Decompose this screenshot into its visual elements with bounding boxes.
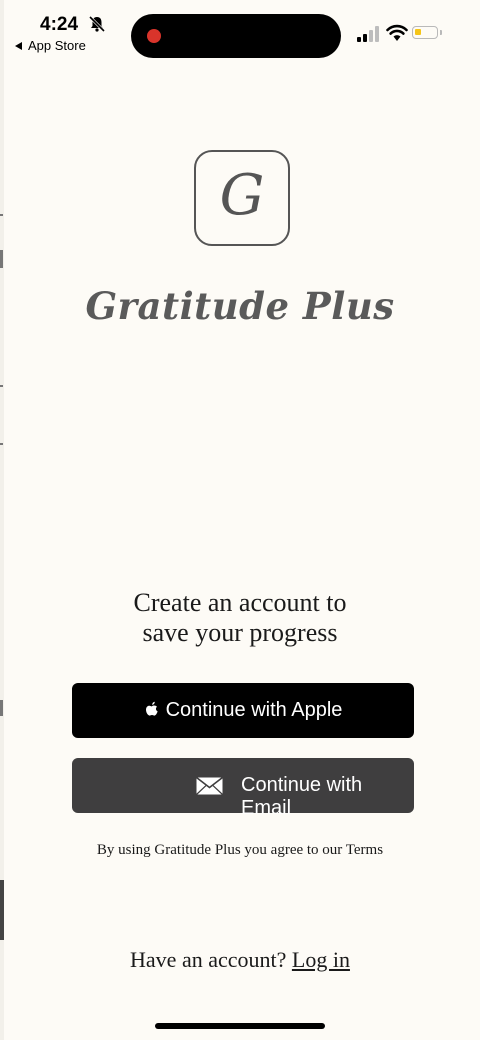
edge-mark [0, 700, 3, 716]
login-prompt: Have an account? Log in [0, 947, 480, 973]
back-to-app-store-button[interactable]: App Store [15, 38, 86, 53]
edge-mark [0, 214, 3, 216]
app-title: Gratitude Plus [85, 284, 395, 328]
bell-slash-icon [88, 15, 106, 33]
login-prompt-text: Have an account? [130, 947, 287, 972]
terms-notice[interactable]: By using Gratitude Plus you agree to our… [0, 842, 480, 859]
battery-nub [440, 30, 442, 35]
continue-with-email-button[interactable]: Continue with Email [72, 758, 414, 819]
back-arrow-icon [15, 41, 22, 50]
home-indicator[interactable] [155, 1023, 325, 1029]
signup-headline: Create an account to save your progress [0, 588, 480, 648]
recording-indicator-icon [147, 29, 161, 43]
edge-mark [0, 880, 4, 940]
status-time: 4:24 [40, 14, 79, 35]
headline-line-1: Create an account to [133, 588, 347, 617]
edge-mark [0, 443, 3, 445]
headline-line-2: save your progress [142, 618, 338, 647]
signal-icon [357, 26, 379, 42]
battery-level [415, 29, 421, 35]
edge-mark [0, 250, 3, 268]
apple-icon [145, 701, 158, 716]
mail-icon [196, 777, 223, 795]
email-button-label: Continue with Email [241, 774, 363, 819]
app-logo: G [194, 150, 290, 246]
back-app-label: App Store [28, 38, 86, 53]
dynamic-island [131, 14, 341, 58]
apple-button-label: Continue with Apple [165, 699, 343, 721]
login-link[interactable]: Log in [292, 947, 350, 972]
wifi-icon [386, 24, 408, 41]
logo-letter: G [219, 163, 265, 228]
continue-with-apple-button[interactable]: Continue with Apple [72, 683, 414, 738]
edge-mark [0, 385, 3, 387]
battery-icon [412, 26, 438, 39]
